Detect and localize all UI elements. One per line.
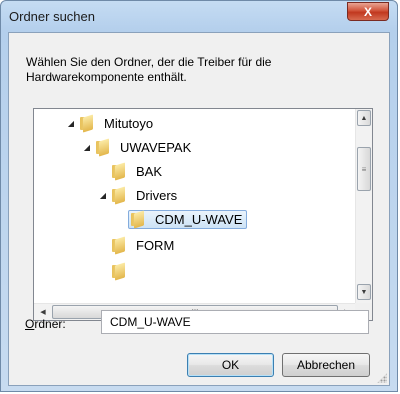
expander-placeholder <box>114 214 124 224</box>
folder-tree[interactable]: ◢ Mitutoyo ◢ UWAVEPAK BAK ◢ Drivers CDM_… <box>33 108 373 321</box>
cancel-button[interactable]: Abbrechen <box>282 353 370 377</box>
expander-placeholder <box>98 266 108 276</box>
folder-icon <box>96 138 114 157</box>
tree-item-uwavepak[interactable]: ◢ UWAVEPAK <box>82 135 191 159</box>
grip-icon: ≡ <box>361 164 367 174</box>
folder-icon <box>112 236 130 255</box>
expander-placeholder <box>98 240 108 250</box>
tree-item-cdm-u-wave[interactable]: CDM_U-WAVE <box>114 207 248 231</box>
tree-item-label: CDM_U-WAVE <box>155 211 243 227</box>
arrow-up-icon: ▲ <box>360 114 368 122</box>
title-bar[interactable]: Ordner suchen X <box>1 1 397 31</box>
scroll-down-button[interactable]: ▼ <box>357 284 371 300</box>
folder-browse-dialog: Ordner suchen X Wählen Sie den Ordner, d… <box>0 0 398 392</box>
tree-item-mitutoyo[interactable]: ◢ Mitutoyo <box>66 111 153 135</box>
tree-item-label: Drivers <box>136 187 178 203</box>
folder-input[interactable] <box>101 310 369 334</box>
folder-icon <box>112 262 130 281</box>
expand-icon[interactable]: ◢ <box>82 142 92 152</box>
vertical-scrollbar[interactable]: ▲ ≡ ▼ <box>355 109 372 304</box>
tree-item-drivers[interactable]: ◢ Drivers <box>98 183 177 207</box>
tree-item-label: FORM <box>136 237 175 253</box>
dialog-description: Wählen Sie den Ordner, der die Treiber f… <box>26 55 272 84</box>
tree-item-bak[interactable]: BAK <box>98 159 162 183</box>
window-title: Ordner suchen <box>9 9 95 24</box>
tree-item-form[interactable]: FORM <box>98 233 174 257</box>
folder-icon <box>80 114 98 133</box>
expand-icon[interactable]: ◢ <box>98 190 108 200</box>
access-key: O <box>25 317 35 331</box>
resize-grip-icon[interactable] <box>377 373 387 383</box>
scroll-up-button[interactable]: ▲ <box>357 110 371 126</box>
folder-field-label-rest: rdner: <box>34 317 66 331</box>
arrow-down-icon: ▼ <box>360 288 368 296</box>
folder-icon <box>112 162 130 181</box>
tree-item-label: BAK <box>136 163 163 179</box>
expander-placeholder <box>98 166 108 176</box>
expand-icon[interactable]: ◢ <box>66 118 76 128</box>
folder-icon <box>131 210 149 229</box>
folder-icon <box>112 186 130 205</box>
ok-button[interactable]: OK <box>187 353 274 377</box>
folder-field-label: Ordner: <box>25 317 66 331</box>
tree-item-label: Mitutoyo <box>104 115 154 131</box>
tree-item-partial <box>98 259 136 283</box>
tree-item-label: UWAVEPAK <box>120 139 192 155</box>
dialog-body: Wählen Sie den Ordner, der die Treiber f… <box>8 32 390 386</box>
vertical-scroll-thumb[interactable]: ≡ <box>357 147 371 191</box>
arrow-left-icon: ◀ <box>40 309 46 316</box>
close-button[interactable]: X <box>347 2 389 21</box>
close-icon: X <box>363 4 372 19</box>
selected-highlight: CDM_U-WAVE <box>128 209 248 229</box>
